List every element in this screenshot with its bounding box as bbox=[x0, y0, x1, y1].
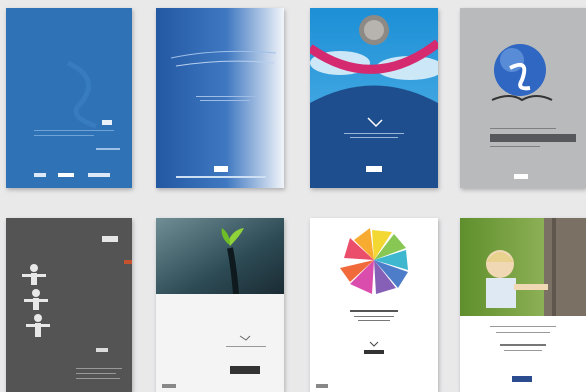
cover-blue-gradient[interactable] bbox=[156, 8, 284, 188]
tree-trunk-icon bbox=[544, 218, 586, 316]
cover-sky-arc-art bbox=[310, 8, 438, 188]
human-figures-icon bbox=[22, 264, 50, 337]
logo-mark-icon bbox=[102, 120, 112, 125]
cover-solid-blue-art bbox=[6, 8, 132, 188]
cover-blue-gradient-art bbox=[156, 8, 284, 188]
logo-mark-icon bbox=[366, 166, 382, 172]
cover-dark-grey-figures-art bbox=[6, 218, 132, 392]
cover-color-pinwheel[interactable] bbox=[310, 218, 438, 392]
logo-mark-icon bbox=[512, 376, 532, 382]
logo-mark-icon bbox=[214, 166, 228, 172]
cover-sky-arc[interactable] bbox=[310, 8, 438, 188]
cover-leaf-in-rain-art bbox=[156, 218, 284, 392]
cover-dark-grey-figures[interactable] bbox=[6, 218, 132, 392]
logo-mark-icon bbox=[514, 174, 528, 179]
cover-grey-globe-logo[interactable] bbox=[460, 8, 586, 188]
cover-color-pinwheel-art bbox=[310, 218, 438, 392]
catalog-gallery: { "gallery": { "background": "#e9e9ea", … bbox=[0, 0, 586, 392]
cover-child-with-tree[interactable] bbox=[460, 218, 586, 392]
logo-mark-icon bbox=[102, 236, 118, 242]
cover-child-with-tree-art bbox=[460, 218, 586, 392]
cover-grey-globe-logo-art bbox=[460, 8, 586, 188]
cover-solid-blue[interactable] bbox=[6, 8, 132, 188]
cover-leaf-in-rain[interactable] bbox=[156, 218, 284, 392]
